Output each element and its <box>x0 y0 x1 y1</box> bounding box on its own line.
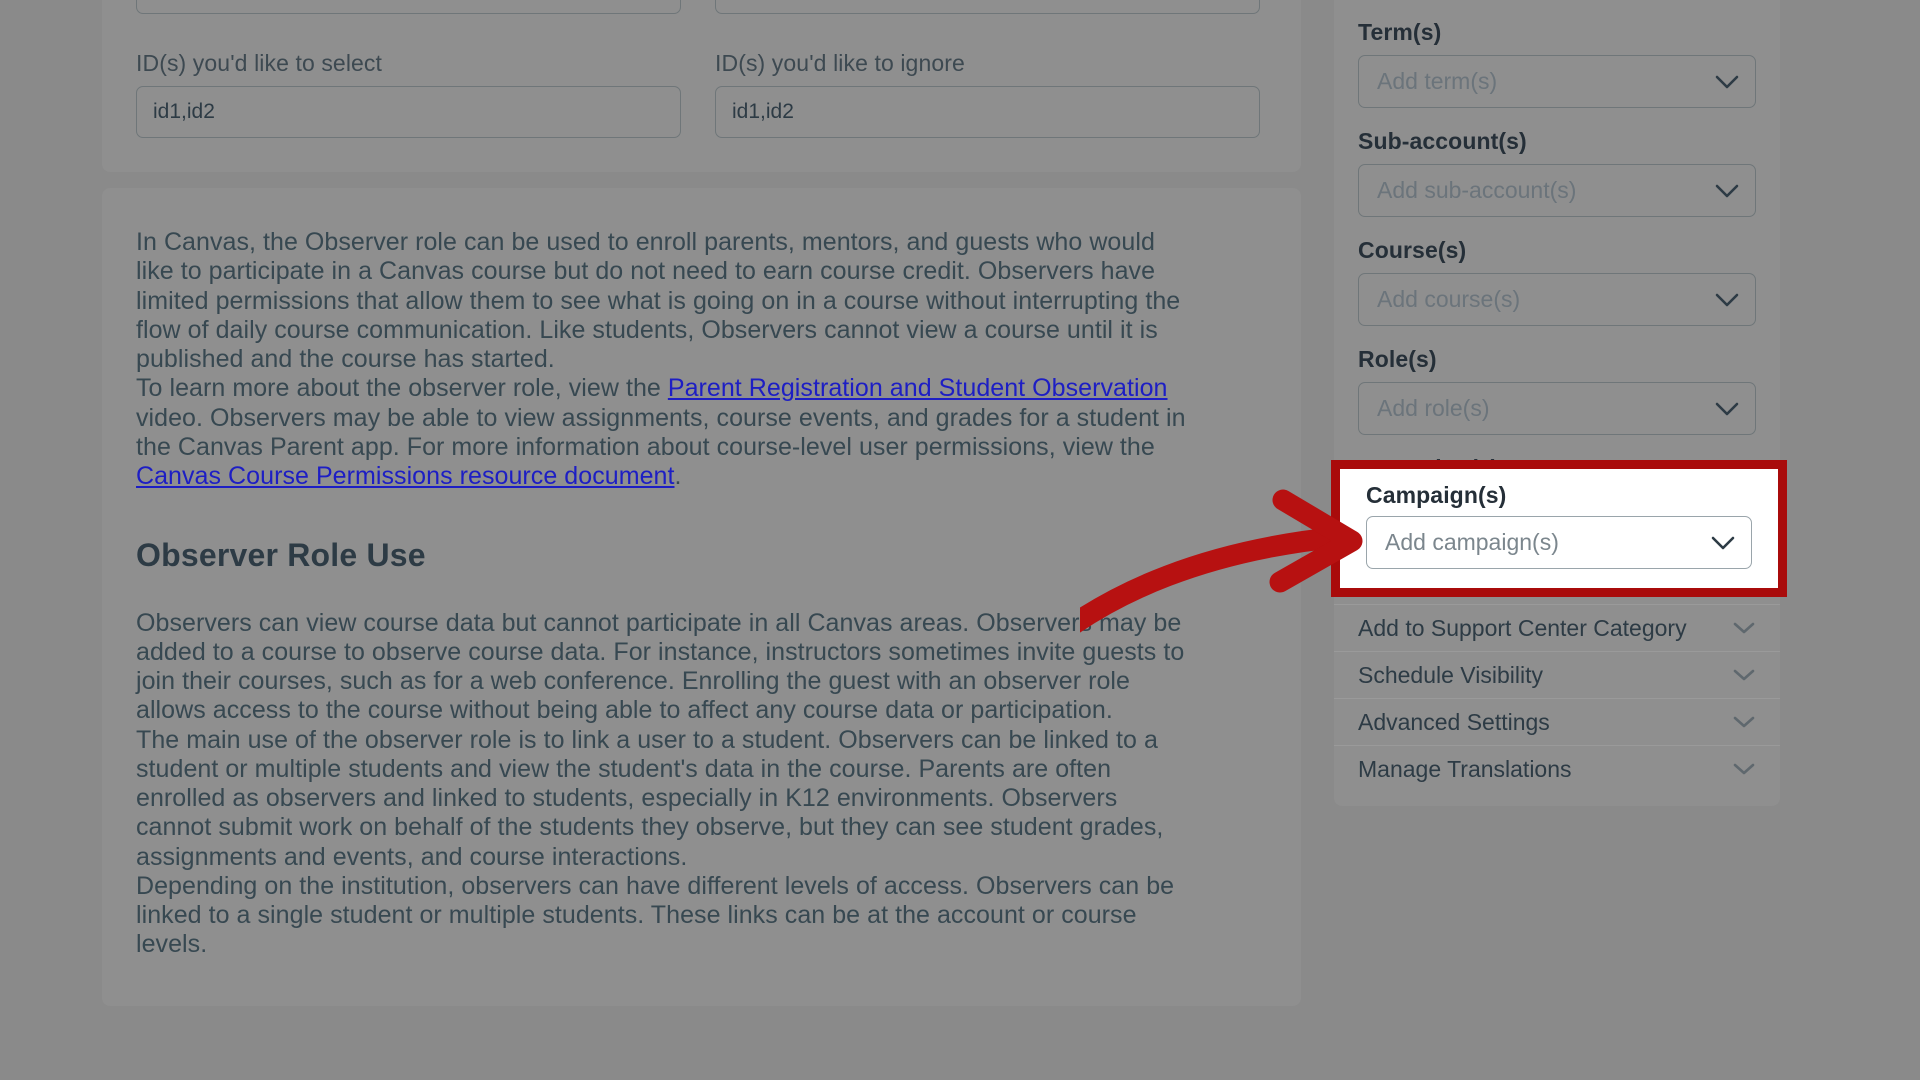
sidebar-select-roles-placeholder: Add role(s) <box>1377 395 1490 421</box>
sidebar-select-courses-placeholder: Add course(s) <box>1377 286 1521 312</box>
accordion-label: Connect to Context <box>1358 567 1555 593</box>
sidebar-select-campaigns-placeholder: Add campaign(s) <box>1377 504 1551 530</box>
selector-form-card: lia-message-body-content class1,class2 I… <box>102 0 1301 172</box>
sidebar-field-terms: Term(s) Add term(s) <box>1334 19 1780 108</box>
sidebar-select-roles[interactable]: Add role(s) <box>1358 382 1756 435</box>
sidebar-label-terms: Term(s) <box>1358 19 1442 45</box>
chevron-down-icon <box>1732 668 1756 682</box>
chevron-down-icon <box>1732 715 1756 729</box>
article-paragraph-body-2: The main use of the observer role is to … <box>136 725 1164 871</box>
article-paragraph-intro-1: In Canvas, the Observer role can be used… <box>136 228 1181 373</box>
id-field-row: ID(s) you'd like to select id1,id2 ID(s)… <box>136 50 1267 138</box>
sidebar-field-courses: Course(s) Add course(s) <box>1334 237 1780 326</box>
class-select-input[interactable]: lia-message-body-content <box>136 0 681 14</box>
page-root: lia-message-body-content class1,class2 I… <box>0 0 1920 1080</box>
main-content-column: lia-message-body-content class1,class2 I… <box>102 0 1302 1006</box>
class-ignore-field: class1,class2 <box>715 0 1260 14</box>
sidebar-select-courses[interactable]: Add course(s) <box>1358 273 1756 326</box>
sidebar-accordion-list: Connect to Context Add to Support Center… <box>1334 557 1780 792</box>
chevron-down-icon <box>1715 184 1739 198</box>
chevron-down-icon <box>1715 511 1739 525</box>
article-paragraph-intro-2: To learn more about the observer role, v… <box>136 374 1196 491</box>
sidebar-label-roles: Role(s) <box>1358 346 1437 372</box>
ids-ignore-label: ID(s) you'd like to ignore <box>715 50 965 76</box>
sidebar-select-terms-placeholder: Add term(s) <box>1377 68 1498 94</box>
article-paragraph-body-3: Depending on the institution, observers … <box>136 871 1175 959</box>
accordion-label: Add to Support Center Category <box>1358 614 1687 641</box>
accordion-row-connect-to-context[interactable]: Connect to Context <box>1334 557 1780 604</box>
sidebar-label-campaigns: Campaign(s) <box>1358 455 1499 481</box>
chevron-down-icon <box>1715 75 1739 89</box>
article-text-before-link-1: To learn more about the observer role, v… <box>136 374 668 403</box>
accordion-row-manage-translations[interactable]: Manage Translations <box>1334 745 1780 792</box>
section-heading-observer-role-use: Observer Role Use <box>136 537 426 574</box>
ids-ignore-field: ID(s) you'd like to ignore id1,id2 <box>715 50 1260 138</box>
chevron-down-icon <box>1715 402 1739 416</box>
article-card: In Canvas, the Observer role can be used… <box>102 188 1301 1006</box>
ids-select-label: ID(s) you'd like to select <box>136 50 383 76</box>
class-ignore-input[interactable]: class1,class2 <box>715 0 1260 14</box>
ids-ignore-input[interactable]: id1,id2 <box>715 86 1260 138</box>
sidebar-select-campaigns[interactable]: Add campaign(s) <box>1358 491 1756 544</box>
class-field-row: lia-message-body-content class1,class2 <box>136 0 1267 14</box>
field-row-spacer <box>136 14 1267 50</box>
accordion-row-add-to-support-center-category[interactable]: Add to Support Center Category <box>1334 604 1780 651</box>
article-paragraph-body-1: Observers can view course data but canno… <box>136 608 1185 725</box>
sidebar-column: Term(s) Add term(s) Sub-account(s) Add s… <box>1334 0 1780 806</box>
sidebar-field-campaigns: Campaign(s) Add campaign(s) <box>1334 455 1780 544</box>
sidebar-select-terms[interactable]: Add term(s) <box>1358 55 1756 108</box>
accordion-row-schedule-visibility[interactable]: Schedule Visibility <box>1334 651 1780 698</box>
article-text-after-link-2: . <box>674 462 682 490</box>
chevron-down-icon <box>1715 293 1739 307</box>
sidebar-card: Term(s) Add term(s) Sub-account(s) Add s… <box>1334 0 1780 806</box>
sidebar-select-subaccounts-placeholder: Add sub-account(s) <box>1377 177 1577 203</box>
accordion-row-advanced-settings[interactable]: Advanced Settings <box>1334 698 1780 745</box>
ids-select-field: ID(s) you'd like to select id1,id2 <box>136 50 681 138</box>
sidebar-field-roles: Role(s) Add role(s) <box>1334 346 1780 435</box>
sidebar-select-subaccounts[interactable]: Add sub-account(s) <box>1358 164 1756 217</box>
class-select-field: lia-message-body-content <box>136 0 681 14</box>
link-parent-registration[interactable]: Parent Registration and Student Observat… <box>668 374 1168 402</box>
sidebar-label-courses: Course(s) <box>1358 237 1467 263</box>
article-body: In Canvas, the Observer role can be used… <box>136 228 1196 960</box>
sidebar-field-subaccounts: Sub-account(s) Add sub-account(s) <box>1334 128 1780 217</box>
chevron-down-icon <box>1732 762 1756 776</box>
chevron-down-icon <box>1732 574 1756 588</box>
ids-select-input[interactable]: id1,id2 <box>136 86 681 138</box>
link-canvas-course-permissions[interactable]: Canvas Course Permissions resource docum… <box>136 462 675 490</box>
accordion-label: Advanced Settings <box>1358 708 1550 735</box>
article-text-mid: video. Observers may be able to view ass… <box>136 403 1186 461</box>
chevron-down-icon <box>1732 621 1756 635</box>
accordion-label: Schedule Visibility <box>1358 661 1543 688</box>
accordion-label: Manage Translations <box>1358 755 1572 782</box>
sidebar-label-subaccounts: Sub-account(s) <box>1358 128 1527 154</box>
